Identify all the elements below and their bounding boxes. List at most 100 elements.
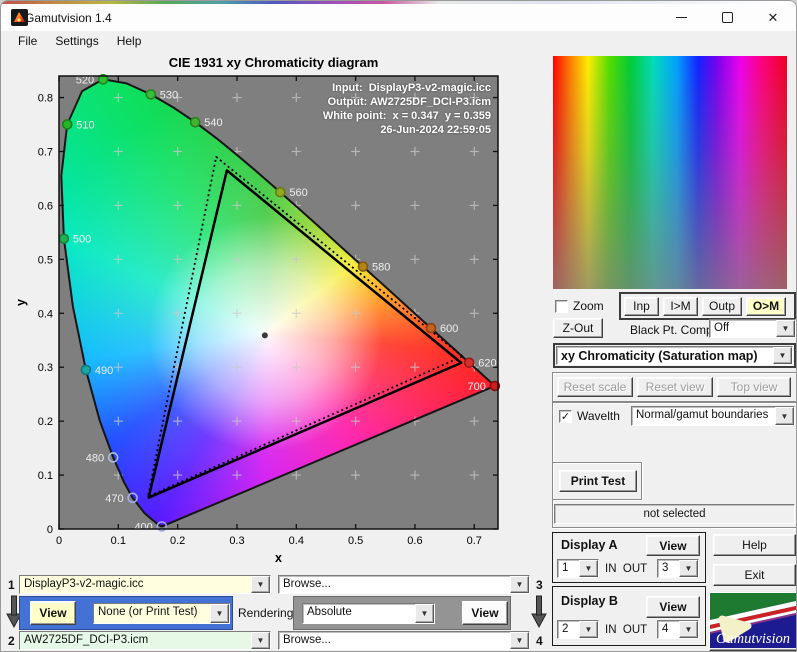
rendering-intent-select[interactable]: Absolute ▼ — [302, 603, 435, 624]
display-a-view-button[interactable]: View — [646, 535, 700, 556]
dropdown-arrow-icon[interactable]: ▼ — [579, 560, 598, 577]
maximize-button[interactable] — [704, 4, 750, 31]
boundaries-select-value: Normal/gamut boundaries — [636, 409, 769, 421]
view-reset-group: Reset scale Reset view Top view — [552, 372, 796, 402]
browse-1-select[interactable]: Browse... ▼ — [278, 575, 530, 594]
svg-text:0.5: 0.5 — [38, 254, 53, 266]
menu-settings[interactable]: Settings — [46, 32, 107, 51]
dropdown-arrow-icon[interactable]: ▼ — [415, 604, 434, 623]
print-test-button[interactable]: Print Test — [559, 470, 637, 492]
display-a-title: Display A — [561, 538, 618, 552]
reset-view-button[interactable]: Reset view — [637, 377, 713, 397]
profile4-index: 4 — [536, 634, 543, 648]
svg-text:510: 510 — [76, 119, 94, 131]
display-a-out-select[interactable]: 3 ▼ — [657, 559, 699, 578]
svg-text:480: 480 — [86, 452, 104, 464]
display-a-in-value: 1 — [562, 562, 569, 574]
wavelth-checkbox[interactable]: ✓ Wavelth — [559, 409, 620, 423]
gamutvision-logo-text: Gamutvision — [716, 631, 790, 647]
svg-text:560: 560 — [289, 187, 307, 199]
svg-text:0.2: 0.2 — [170, 535, 185, 547]
output-profile-value: AW2725DF_DCI-P3.icm — [20, 632, 251, 649]
wavelength-marker-580: 580 — [357, 261, 390, 274]
dropdown-arrow-icon[interactable]: ▼ — [775, 407, 794, 425]
wavelength-marker-560: 560 — [275, 186, 308, 199]
menu-file[interactable]: File — [9, 32, 46, 51]
boundaries-select[interactable]: Normal/gamut boundaries ▼ — [631, 406, 795, 426]
svg-text:0.1: 0.1 — [38, 470, 53, 482]
wavelength-marker-700: 700 — [467, 380, 501, 393]
svg-text:620: 620 — [478, 358, 496, 370]
svg-text:0.4: 0.4 — [38, 308, 53, 320]
annotation-output: Output: AW2725DF_DCI-P3.icm — [327, 96, 491, 108]
input-profile-value: DisplayP3-v2-magic.icc — [20, 576, 251, 593]
exit-button[interactable]: Exit — [713, 564, 796, 586]
svg-text:0.3: 0.3 — [38, 362, 53, 374]
dropdown-arrow-icon[interactable]: ▼ — [210, 604, 229, 623]
wavelength-group: ✓ Wavelth Normal/gamut boundaries ▼ Prin… — [552, 402, 796, 528]
outp-button[interactable]: Outp — [702, 296, 742, 316]
input-profile-select[interactable]: DisplayP3-v2-magic.icc ▼ — [19, 575, 271, 594]
dropdown-arrow-icon[interactable]: ▼ — [776, 320, 795, 337]
print-test-select-value: None (or Print Test) — [94, 604, 210, 623]
dropdown-arrow-icon[interactable]: ▼ — [679, 560, 698, 577]
svg-text:0.6: 0.6 — [407, 535, 422, 547]
dropdown-arrow-icon[interactable]: ▼ — [579, 621, 598, 638]
display-b-in-select[interactable]: 2 ▼ — [557, 620, 599, 639]
map-select[interactable]: xy Chromaticity (Saturation map) ▼ — [556, 346, 793, 365]
menu-help[interactable]: Help — [108, 32, 151, 51]
display-a-in-select[interactable]: 1 ▼ — [557, 559, 599, 578]
profile1-index: 1 — [8, 578, 15, 592]
wavelth-checkbox-box[interactable]: ✓ — [559, 409, 572, 423]
close-icon: ✕ — [767, 10, 779, 25]
rendering-intent-value: Absolute — [307, 606, 352, 618]
output-profile-select[interactable]: AW2725DF_DCI-P3.icm ▼ — [19, 631, 271, 650]
zoom-checkbox[interactable]: Zoom — [555, 299, 604, 313]
black-pt-comp-select[interactable]: Off ▼ — [709, 319, 796, 338]
top-view-button[interactable]: Top view — [717, 377, 791, 397]
svg-text:600: 600 — [440, 323, 458, 335]
saturation-map-preview[interactable] — [553, 56, 787, 289]
minimize-button[interactable] — [658, 4, 704, 31]
o-to-m-button[interactable]: O>M — [746, 296, 786, 316]
dropdown-arrow-icon[interactable]: ▼ — [251, 632, 270, 649]
svg-text:0.8: 0.8 — [38, 93, 53, 105]
svg-text:400: 400 — [134, 521, 152, 533]
chart-annotations: Input: DisplayP3-v2-magic.icc Output: AW… — [151, 81, 491, 137]
display-b-view-button[interactable]: View — [646, 596, 700, 618]
browse-2-select[interactable]: Browse... ▼ — [278, 631, 530, 650]
svg-text:0.6: 0.6 — [38, 200, 53, 212]
close-button[interactable]: ✕ — [750, 4, 796, 31]
dropdown-arrow-icon[interactable]: ▼ — [679, 621, 698, 638]
dropdown-arrow-icon[interactable]: ▼ — [510, 632, 529, 649]
i-to-m-button[interactable]: I>M — [663, 296, 698, 316]
display-b-out-value: 4 — [662, 623, 669, 635]
map-select-wrap: xy Chromaticity (Saturation map) ▼ — [553, 343, 796, 368]
wavelength-marker-470: 470 — [105, 492, 138, 505]
display-b-out-select[interactable]: 4 ▼ — [657, 620, 699, 639]
svg-text:0.2: 0.2 — [38, 416, 53, 428]
reset-scale-button[interactable]: Reset scale — [557, 377, 633, 397]
app-icon — [11, 9, 28, 26]
display-b-title: Display B — [561, 594, 618, 608]
z-out-button[interactable]: Z-Out — [553, 318, 603, 338]
dropdown-arrow-icon[interactable]: ▼ — [773, 347, 792, 364]
view-input-button[interactable]: View — [30, 601, 76, 625]
chromaticity-chart: CIE 1931 xy Chromaticity diagram 400 470 4… — [1, 51, 546, 571]
view-output-button[interactable]: View — [462, 601, 508, 625]
rendering-panel: Absolute ▼ View — [293, 596, 511, 630]
print-test-select[interactable]: None (or Print Test) ▼ — [93, 603, 230, 624]
spectral-locus-outline — [60, 78, 496, 528]
help-button[interactable]: Help — [713, 534, 796, 556]
annotation-whitepoint: White point: x = 0.347 y = 0.359 — [322, 110, 491, 122]
app-window: Gamutvision 1.4 ✕ File Settings Help CIE… — [0, 0, 797, 652]
menubar: File Settings Help — [1, 31, 796, 52]
dropdown-arrow-icon[interactable]: ▼ — [510, 576, 529, 593]
inp-button[interactable]: Inp — [624, 296, 659, 316]
titlebar: Gamutvision 1.4 ✕ — [1, 4, 796, 31]
dropdown-arrow-icon[interactable]: ▼ — [251, 576, 270, 593]
zoom-checkbox-box[interactable] — [555, 299, 568, 313]
x-axis-label: x — [275, 551, 282, 565]
grid-crosses — [113, 93, 479, 480]
down-arrow-icon — [531, 595, 547, 629]
